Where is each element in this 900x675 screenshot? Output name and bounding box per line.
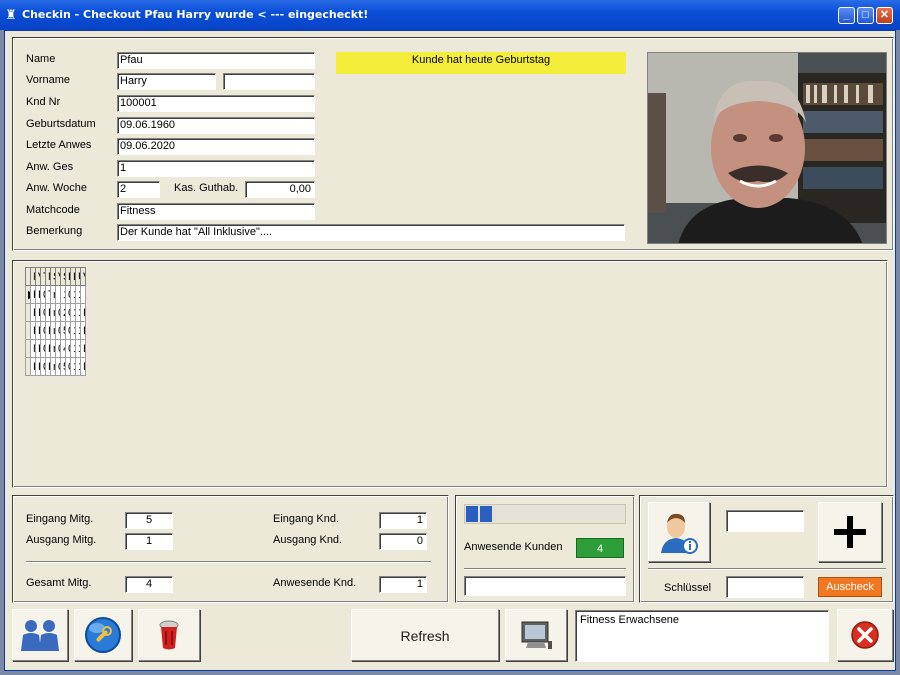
ausgang-mitg-label: Ausgang Mitg. — [26, 534, 97, 546]
anwesende-knd-label: Anwesende Knd. — [273, 577, 357, 589]
anwesende-kunden-label: Anwesende Kunden — [464, 541, 563, 553]
people-icon — [21, 620, 59, 651]
maximize-button[interactable]: □ — [857, 7, 874, 24]
bemerkung-label: Bemerkung — [26, 225, 83, 237]
display-button[interactable] — [505, 609, 567, 661]
eingang-mitg-label: Eingang Mitg. — [26, 513, 94, 525]
vorname-second-field[interactable] — [223, 73, 315, 90]
delete-button[interactable] — [138, 609, 200, 661]
current-row-indicator-icon: ▶ — [25, 285, 31, 304]
name-label: Name — [26, 53, 56, 65]
table-row[interactable]: Musterfrau Paula 08331 Fitness m 01.01.2… — [25, 339, 86, 358]
kndnr-label: Knd Nr — [26, 96, 61, 108]
auscheck-button[interactable]: Auscheck — [818, 577, 882, 597]
checked-in-table-panel: Name Vorname Telefon Matchcode Status Ve… — [12, 260, 888, 488]
trash-icon — [159, 620, 179, 650]
info-textbox[interactable]: Fitness Erwachsene — [575, 610, 829, 662]
letzte-anwes-label: Letzte Anwes — [26, 139, 92, 151]
eingang-knd-label: Eingang Knd. — [273, 513, 340, 525]
gesamt-mitg-value: 4 — [125, 576, 173, 593]
vorname-field[interactable]: Harry — [117, 73, 216, 90]
bemerkung-field[interactable]: Der Kunde hat "All Inklusive".... — [117, 224, 625, 241]
anw-ges-label: Anw. Ges — [26, 161, 74, 173]
person-app-icon: ♜ — [5, 7, 17, 22]
table-row[interactable]: ▶ Barzahler Paul 08331-12915 Tennis n 1 … — [25, 285, 86, 304]
name-field[interactable]: Pfau — [117, 52, 315, 69]
table-cell[interactable]: Fitness Erwachsene — [80, 357, 86, 376]
minimize-button[interactable]: _ — [838, 7, 855, 24]
table-cell[interactable]: Fitness Erwachsene — [80, 339, 86, 358]
col-header[interactable]: Vertragsteile — [80, 267, 86, 286]
user-field[interactable] — [726, 510, 804, 532]
table-header-row: Name Vorname Telefon Matchcode Status Ve… — [25, 267, 86, 286]
kas-guthab-field[interactable]: 0,00 — [245, 181, 315, 198]
matchcode-field[interactable]: Fitness — [117, 203, 315, 220]
kas-guthab-label: Kas. Guthab. — [174, 182, 239, 194]
schluessel-field[interactable] — [726, 576, 804, 598]
checked-in-table: Name Vorname Telefon Matchcode Status Ve… — [25, 267, 86, 376]
table-cell[interactable]: Fitness Erwachsene — [80, 303, 86, 322]
kndnr-field[interactable]: 100001 — [117, 95, 315, 112]
members-button[interactable] — [12, 609, 68, 661]
progress-segment — [466, 506, 478, 522]
plus-icon — [834, 516, 866, 548]
search-globe-icon — [85, 617, 121, 653]
table-cell[interactable] — [80, 285, 86, 304]
eingang-mitg-value: 5 — [125, 512, 173, 529]
user-info-icon — [661, 513, 698, 554]
main-window: Name Pfau Vorname Harry Knd Nr 100001 Ge… — [4, 30, 896, 671]
anwesende-knd-value: 1 — [379, 576, 427, 593]
close-button[interactable] — [837, 609, 893, 661]
title-bar: ♜ Checkin - Checkout Pfau Harry wurde < … — [0, 0, 900, 30]
schluessel-label: Schlüssel — [664, 582, 712, 594]
ausgang-knd-value: 0 — [379, 533, 427, 550]
eingang-knd-value: 1 — [379, 512, 427, 529]
presence-progress-bar — [464, 504, 626, 524]
table-row[interactable]: Hense Hans 08331 Patient m 01.03.2021 5 … — [25, 321, 86, 340]
window-title: Checkin - Checkout Pfau Harry wurde < --… — [22, 8, 369, 21]
birthday-notice: Kunde hat heute Geburtstag — [336, 52, 626, 74]
search-button[interactable] — [74, 609, 132, 661]
add-button[interactable] — [818, 502, 882, 562]
gesamt-mitg-label: Gesamt Mitg. — [26, 577, 92, 589]
presence-panel: Anwesende Kunden 4 — [455, 495, 635, 603]
close-icon — [851, 621, 879, 649]
stats-divider — [26, 561, 431, 563]
presence-bottom-field[interactable] — [464, 576, 626, 596]
geburtsdatum-field[interactable]: 09.06.1960 — [117, 117, 315, 134]
anw-woche-field[interactable]: 2 — [117, 181, 160, 198]
geburtsdatum-label: Geburtsdatum — [26, 118, 96, 130]
table-scroll-area[interactable] — [869, 267, 883, 483]
key-panel: Schlüssel Auscheck — [639, 495, 894, 603]
table-cell[interactable]: Fitness Erwachsene — [80, 321, 86, 340]
table-row[interactable]: Pfau Harry 08331-12915 Fitness m 01.01.2… — [25, 357, 86, 376]
customer-detail-panel: Name Pfau Vorname Harry Knd Nr 100001 Ge… — [12, 37, 894, 251]
table-row[interactable]: Biechteler Paule 08331 Fitness m 01.02.2… — [25, 303, 86, 322]
anw-ges-field[interactable]: 1 — [117, 160, 315, 177]
vorname-label: Vorname — [26, 74, 71, 86]
stats-panel: Eingang Mitg. 5 Ausgang Mitg. 1 Gesamt M… — [12, 495, 449, 603]
key-divider — [648, 568, 886, 570]
anw-woche-label: Anw. Woche — [26, 182, 87, 194]
presence-divider — [464, 568, 626, 570]
monitor-icon — [521, 621, 552, 649]
progress-segment — [480, 506, 492, 522]
anwesende-kunden-count: 4 — [576, 538, 624, 558]
refresh-button[interactable]: Refresh — [351, 609, 499, 661]
user-info-button[interactable] — [648, 502, 710, 562]
ausgang-knd-label: Ausgang Knd. — [273, 534, 343, 546]
ausgang-mitg-value: 1 — [125, 533, 173, 550]
matchcode-label: Matchcode — [26, 204, 80, 216]
customer-photo — [647, 52, 887, 244]
close-window-button[interactable]: ✕ — [876, 7, 893, 24]
letzte-anwes-field[interactable]: 09.06.2020 — [117, 138, 315, 155]
